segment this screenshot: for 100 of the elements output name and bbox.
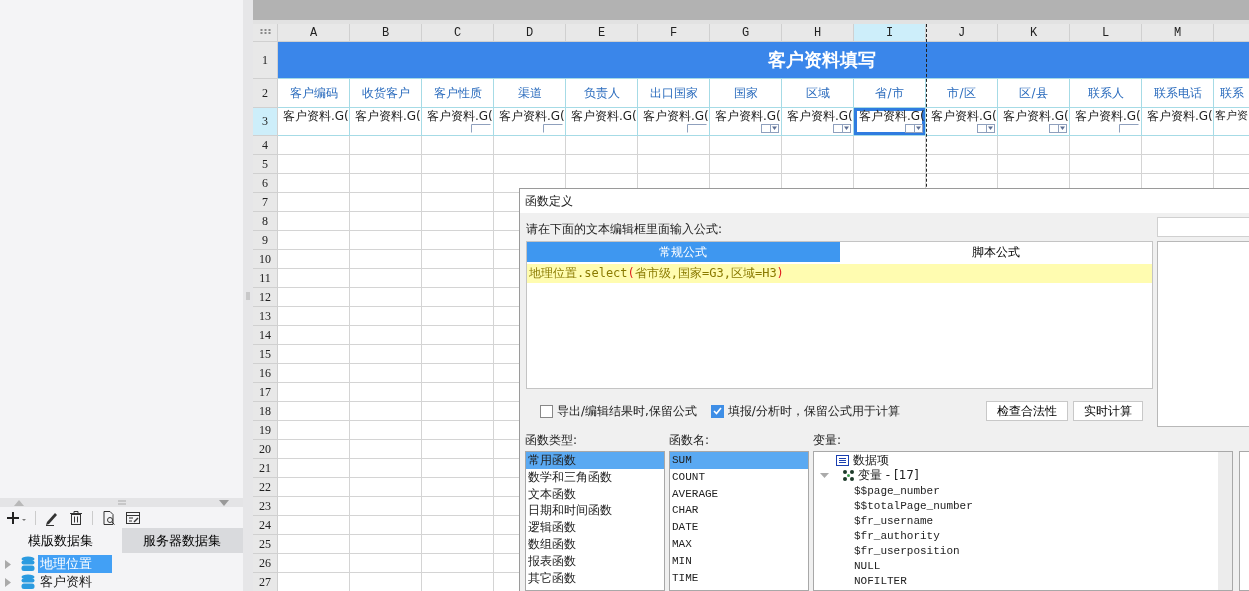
function-type-item[interactable]: 报表函数 [526,552,664,570]
function-type-item[interactable]: 数组函数 [526,536,664,553]
empty-cell[interactable] [422,193,494,212]
function-type-item[interactable]: 其它函数 [526,569,664,587]
binding-cell[interactable]: 客户资料.G( [422,108,494,136]
checkbox[interactable] [540,404,553,418]
binding-cell[interactable]: 客户资料.G( [782,108,854,136]
empty-cell[interactable] [422,459,494,478]
binding-cell[interactable]: 客户资料.G( [998,108,1070,136]
row-number[interactable]: 2 [253,79,278,108]
empty-cell[interactable] [854,155,926,174]
formula-editor[interactable]: 常规公式 脚本公式 地理位置.select(省市级,国家=G3,区域=H3) [526,241,1153,389]
empty-cell[interactable] [422,174,494,193]
empty-cell[interactable] [422,155,494,174]
row-number[interactable]: 25 [253,535,278,554]
row-number[interactable]: 16 [253,364,278,383]
binding-cell[interactable]: 客户资料.G( [1070,108,1142,136]
variable-item[interactable]: $$totalPage_number [854,500,973,512]
empty-cell[interactable] [1070,155,1142,174]
empty-cell[interactable] [422,383,494,402]
row-number[interactable]: 26 [253,554,278,573]
column-header[interactable]: L [1070,24,1142,42]
row-number[interactable]: 8 [253,212,278,231]
empty-cell[interactable] [782,136,854,155]
row-number[interactable]: 21 [253,459,278,478]
empty-cell[interactable] [422,478,494,497]
binding-cell[interactable]: 客户资料.G( [566,108,638,136]
row-number[interactable]: 11 [253,269,278,288]
row-number[interactable]: 12 [253,288,278,307]
empty-cell[interactable] [350,326,422,345]
binding-cell[interactable]: 客户资料.G( [1142,108,1214,136]
function-name-item[interactable]: AVERAGE [670,485,808,503]
empty-cell[interactable] [350,478,422,497]
empty-cell[interactable] [638,136,710,155]
empty-cell[interactable] [422,231,494,250]
empty-cell[interactable] [422,421,494,440]
empty-cell[interactable] [1142,155,1214,174]
empty-cell[interactable] [422,535,494,554]
row-number[interactable]: 15 [253,345,278,364]
dialog-button[interactable]: 检查合法性 [986,401,1068,421]
empty-cell[interactable] [422,497,494,516]
function-type-item[interactable]: 数学和三角函数 [526,468,664,486]
column-header[interactable]: H [782,24,854,42]
document-search-icon[interactable] [101,509,117,526]
row-number[interactable]: 19 [253,421,278,440]
column-header[interactable]: E [566,24,638,42]
variable-item[interactable]: 数据项 [853,452,889,469]
empty-cell[interactable] [350,174,422,193]
row-number[interactable]: 10 [253,250,278,269]
column-header[interactable]: G [710,24,782,42]
function-type-item[interactable]: 逻辑函数 [526,519,664,536]
empty-cell[interactable] [638,155,710,174]
column-header[interactable]: F [638,24,710,42]
empty-cell[interactable] [710,136,782,155]
empty-cell[interactable] [422,364,494,383]
row-number[interactable]: 7 [253,193,278,212]
empty-cell[interactable] [350,440,422,459]
empty-cell[interactable] [422,250,494,269]
column-header[interactable]: I [854,24,926,42]
row-number[interactable]: 14 [253,326,278,345]
empty-cell[interactable] [782,155,854,174]
empty-cell[interactable] [350,269,422,288]
collapse-arrow-icon[interactable] [820,471,829,480]
empty-cell[interactable] [422,136,494,155]
dataset-item[interactable]: 客户资料 [38,573,94,591]
function-name-item[interactable]: SUM [670,452,808,469]
column-header[interactable]: A [278,24,350,42]
column-header[interactable]: B [350,24,422,42]
empty-cell[interactable] [350,554,422,573]
row-number[interactable]: 1 [253,42,278,79]
variable-item[interactable]: NULL [854,560,881,572]
dataset-tab[interactable]: 服务器数据集 [121,528,243,553]
function-name-item[interactable]: COUNT [670,468,808,486]
column-header[interactable]: K [998,24,1070,42]
empty-cell[interactable] [350,364,422,383]
empty-cell[interactable] [350,231,422,250]
row-number[interactable]: 22 [253,478,278,497]
row-number[interactable]: 5 [253,155,278,174]
data-edit-icon[interactable] [125,509,141,526]
variable-item[interactable]: $$page_number [854,485,940,497]
empty-cell[interactable] [422,554,494,573]
row-number[interactable]: 18 [253,402,278,421]
empty-cell[interactable] [350,459,422,478]
empty-cell[interactable] [566,155,638,174]
empty-cell[interactable] [350,155,422,174]
row-number[interactable]: 9 [253,231,278,250]
empty-cell[interactable] [350,402,422,421]
empty-cell[interactable] [350,136,422,155]
empty-cell[interactable] [350,497,422,516]
binding-cell[interactable]: 客户资料.G( [638,108,710,136]
empty-cell[interactable] [1070,136,1142,155]
scrollbar[interactable] [1218,452,1232,590]
trash-icon[interactable] [68,509,84,526]
empty-cell[interactable] [350,421,422,440]
function-type-item[interactable]: 文本函数 [526,485,664,503]
row-number[interactable]: 4 [253,136,278,155]
empty-cell[interactable] [350,516,422,535]
row-number[interactable]: 13 [253,307,278,326]
variable-group[interactable]: 变量 - [17] [858,467,919,484]
empty-cell[interactable] [422,307,494,326]
